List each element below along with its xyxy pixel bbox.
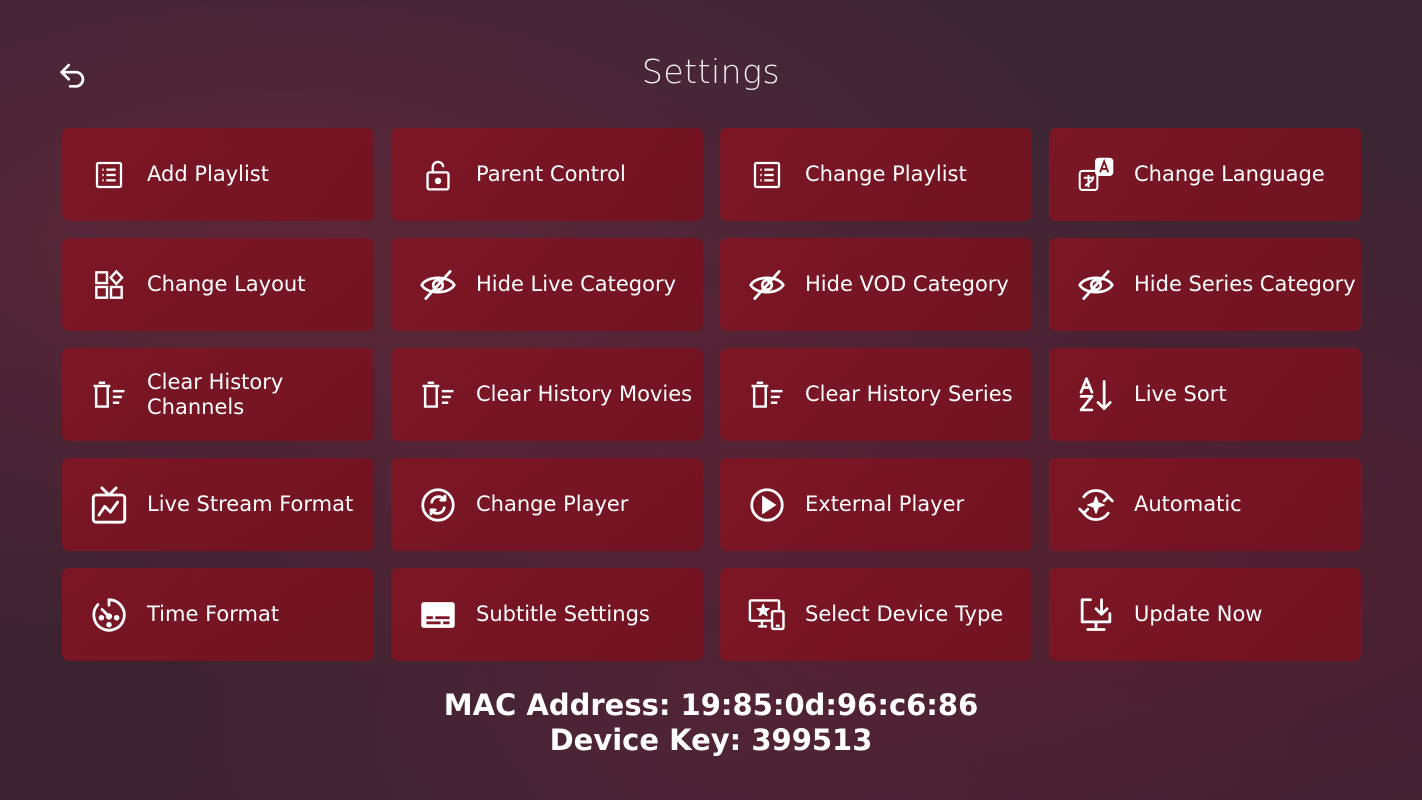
clear-history-icon bbox=[90, 376, 128, 414]
change-playlist-button[interactable]: Change Playlist bbox=[720, 128, 1032, 221]
live-sort-button[interactable]: Live Sort bbox=[1049, 348, 1361, 441]
parent-control-button[interactable]: Parent Control bbox=[391, 128, 703, 221]
eye-off-icon bbox=[419, 266, 457, 304]
subtitles-icon bbox=[419, 596, 457, 634]
tile-label: Live Stream Format bbox=[147, 492, 354, 516]
sync-circle-icon bbox=[419, 486, 457, 524]
layout-icon bbox=[90, 266, 128, 304]
download-update-icon bbox=[1077, 596, 1115, 634]
page-title: Settings bbox=[641, 52, 781, 91]
hide-series-category-button[interactable]: Hide Series Category bbox=[1049, 238, 1361, 331]
tile-label: Hide VOD Category bbox=[805, 272, 1009, 296]
tile-label: Subtitle Settings bbox=[476, 602, 650, 626]
external-player-button[interactable]: External Player bbox=[720, 458, 1032, 551]
list-icon bbox=[90, 156, 128, 194]
tile-label: Clear History Movies bbox=[476, 382, 693, 406]
eye-off-icon bbox=[748, 266, 786, 304]
automatic-button[interactable]: Automatic bbox=[1049, 458, 1361, 551]
tile-label: Hide Series Category bbox=[1134, 272, 1356, 296]
select-device-type-button[interactable]: Select Device Type bbox=[720, 568, 1032, 661]
tile-label: Change Language bbox=[1134, 162, 1325, 186]
clear-history-channels-button[interactable]: Clear History Channels bbox=[62, 348, 374, 441]
tile-label: Live Sort bbox=[1134, 382, 1227, 406]
tile-label: Clear History Channels bbox=[147, 369, 284, 419]
clear-history-movies-button[interactable]: Clear History Movies bbox=[391, 348, 703, 441]
tile-label: Time Format bbox=[147, 602, 280, 626]
tile-label: Change Layout bbox=[147, 272, 306, 296]
play-circle-icon bbox=[748, 486, 786, 524]
hide-vod-category-button[interactable]: Hide VOD Category bbox=[720, 238, 1032, 331]
timer-icon bbox=[90, 596, 128, 634]
change-layout-button[interactable]: Change Layout bbox=[62, 238, 374, 331]
settings-screen: Settings Add Playlist Parent Control Cha… bbox=[0, 0, 1422, 800]
tile-label: Add Playlist bbox=[147, 162, 269, 186]
clear-history-icon bbox=[748, 376, 786, 414]
list-icon bbox=[748, 156, 786, 194]
add-playlist-button[interactable]: Add Playlist bbox=[62, 128, 374, 221]
device-key: Device Key: 399513 bbox=[549, 723, 873, 757]
change-language-button[interactable]: Change Language bbox=[1049, 128, 1361, 221]
device-info: MAC Address: 19:85:0d:96:c6:86 Device Ke… bbox=[0, 688, 1422, 758]
tile-label: Parent Control bbox=[476, 162, 626, 186]
clear-history-icon bbox=[419, 376, 457, 414]
tile-label: Update Now bbox=[1134, 602, 1263, 626]
tile-label: Change Playlist bbox=[805, 162, 967, 186]
auto-sparkle-icon bbox=[1077, 486, 1115, 524]
time-format-button[interactable]: Time Format bbox=[62, 568, 374, 661]
tile-label: Hide Live Category bbox=[476, 272, 677, 296]
live-stream-format-button[interactable]: Live Stream Format bbox=[62, 458, 374, 551]
settings-grid: Add Playlist Parent Control Change Playl… bbox=[62, 128, 1361, 661]
tile-label: Change Player bbox=[476, 492, 629, 516]
update-now-button[interactable]: Update Now bbox=[1049, 568, 1361, 661]
tile-label: Select Device Type bbox=[805, 602, 1004, 626]
clear-history-series-button[interactable]: Clear History Series bbox=[720, 348, 1032, 441]
sort-az-icon bbox=[1077, 376, 1115, 414]
subtitle-settings-button[interactable]: Subtitle Settings bbox=[391, 568, 703, 661]
live-tv-icon bbox=[90, 485, 128, 524]
devices-icon bbox=[748, 596, 786, 634]
hide-live-category-button[interactable]: Hide Live Category bbox=[391, 238, 703, 331]
tile-label: Clear History Series bbox=[805, 382, 1013, 406]
mac-address: MAC Address: 19:85:0d:96:c6:86 bbox=[443, 688, 979, 722]
lock-icon bbox=[419, 156, 457, 194]
translate-icon bbox=[1077, 156, 1115, 194]
change-player-button[interactable]: Change Player bbox=[391, 458, 703, 551]
eye-off-icon bbox=[1077, 266, 1115, 304]
tile-label: External Player bbox=[805, 492, 965, 516]
tile-label: Automatic bbox=[1134, 492, 1242, 516]
